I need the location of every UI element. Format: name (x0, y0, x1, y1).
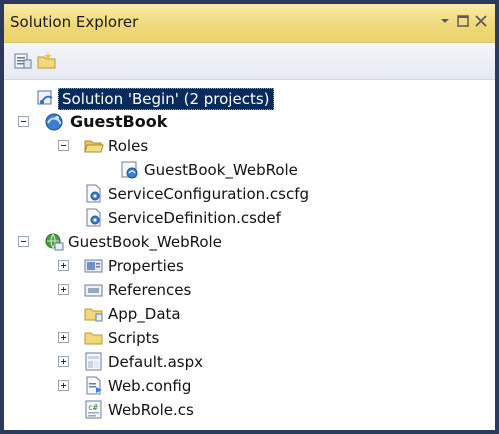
tree-node-label: ServiceDefinition.csdef (108, 209, 281, 227)
csharp-file-icon: c# (84, 400, 104, 420)
folder-icon (84, 304, 104, 324)
new-folder-icon[interactable] (36, 51, 58, 71)
tree-node-guestbook[interactable]: GuestBook (4, 110, 495, 134)
tree-node-webrole-project[interactable]: GuestBook_WebRole (4, 230, 495, 254)
tree-node-solution[interactable]: Solution 'Begin' (2 projects) (4, 86, 495, 110)
tree-node-scripts[interactable]: Scripts (4, 326, 495, 350)
properties-folder-icon (84, 256, 104, 276)
tree-node-label: Default.aspx (108, 353, 203, 371)
tree-node-service-configuration[interactable]: ServiceConfiguration.cscfg (4, 182, 495, 206)
tree-node-label: References (108, 281, 192, 299)
tree-node-webrole-cs[interactable]: c# WebRole.cs (4, 398, 495, 422)
expand-toggle[interactable] (58, 260, 69, 271)
tree-node-label: Web.config (108, 377, 192, 395)
tree-node-label: ServiceConfiguration.cscfg (108, 185, 310, 203)
toolbar (4, 43, 495, 80)
cloud-project-icon (44, 112, 64, 132)
solution-explorer-window: Solution Explorer Solution 'Begin' (2 pr… (0, 0, 499, 434)
tree-node-label: GuestBook_WebRole (144, 161, 298, 179)
tree-node-label: GuestBook_WebRole (68, 233, 222, 251)
close-icon[interactable] (470, 10, 492, 32)
tree-node-label: Solution 'Begin' (2 projects) (58, 88, 274, 110)
tree-node-label: Properties (108, 257, 184, 275)
collapse-toggle[interactable] (58, 140, 69, 151)
properties-icon[interactable] (12, 51, 34, 71)
references-folder-icon (84, 280, 104, 300)
config-file-icon (84, 376, 104, 396)
config-file-icon (84, 184, 104, 204)
tree-node-service-definition[interactable]: ServiceDefinition.csdef (4, 206, 495, 230)
collapse-toggle[interactable] (18, 236, 29, 247)
expand-toggle[interactable] (58, 380, 69, 391)
tree-node-label: WebRole.cs (108, 401, 194, 419)
web-role-icon (120, 160, 140, 180)
panel-title: Solution Explorer (10, 13, 139, 31)
tree-node-label: Scripts (108, 329, 160, 347)
tree-node-default-aspx[interactable]: Default.aspx (4, 350, 495, 374)
tree-node-label: App_Data (108, 305, 181, 323)
tree-node-web-config[interactable]: Web.config (4, 374, 495, 398)
expand-toggle[interactable] (58, 284, 69, 295)
tree-node-roles[interactable]: Roles (4, 134, 495, 158)
folder-icon (84, 328, 104, 348)
config-file-icon (84, 208, 104, 228)
collapse-toggle[interactable] (18, 116, 29, 127)
tree-node-webrole-reference[interactable]: GuestBook_WebRole (4, 158, 495, 182)
tree-node-properties[interactable]: Properties (4, 254, 495, 278)
title-bar: Solution Explorer (4, 4, 495, 43)
solution-explorer-panel: Solution Explorer Solution 'Begin' (2 pr… (4, 4, 495, 430)
expand-toggle[interactable] (58, 332, 69, 343)
tree-node-app-data[interactable]: App_Data (4, 302, 495, 326)
web-project-icon (44, 232, 64, 252)
tree-node-references[interactable]: References (4, 278, 495, 302)
solution-tree: Solution 'Begin' (2 projects) GuestBook (4, 80, 495, 430)
aspx-file-icon (84, 352, 104, 372)
tree-node-label: Roles (108, 137, 149, 155)
svg-text:c#: c# (88, 403, 98, 412)
tree-node-label: GuestBook (70, 112, 168, 131)
folder-open-icon (84, 136, 104, 156)
expand-toggle[interactable] (58, 356, 69, 367)
solution-icon (36, 88, 56, 108)
